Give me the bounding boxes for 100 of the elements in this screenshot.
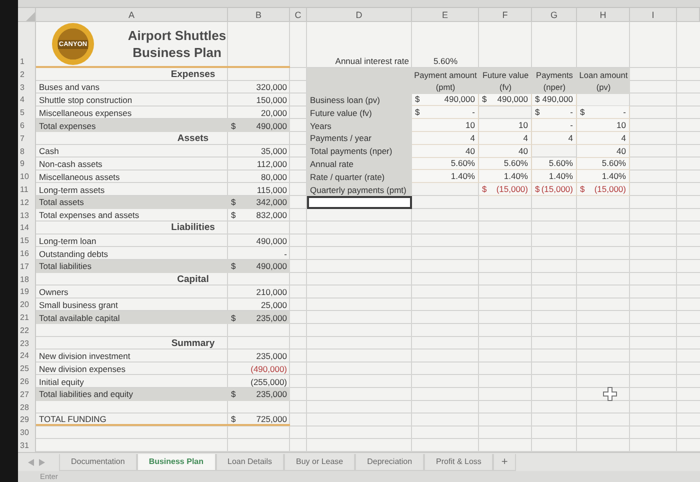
row-number[interactable]: 10 bbox=[18, 170, 36, 184]
table-cell: 5.60% bbox=[532, 158, 577, 170]
table-cell-text: Outstanding debts bbox=[38, 248, 109, 260]
table-cell: $ 490,000 bbox=[412, 94, 479, 106]
row-number[interactable]: 17 bbox=[18, 260, 36, 273]
sheet-tab[interactable]: Business Plan bbox=[136, 454, 216, 471]
table-cell-text: - bbox=[283, 248, 288, 260]
table-cell: $ 490,000 bbox=[228, 260, 290, 273]
table-cell: Future value (fv) bbox=[307, 106, 412, 120]
row-number[interactable]: 16 bbox=[18, 247, 36, 260]
table-cell-text: 35,000 bbox=[260, 145, 288, 158]
table-cell: 1.40% bbox=[479, 170, 532, 184]
section-heading: Assets bbox=[176, 132, 210, 145]
scroll-left-icon[interactable] bbox=[28, 459, 34, 466]
section-heading: Capital bbox=[176, 272, 210, 286]
row-number[interactable]: 7 bbox=[18, 132, 36, 145]
column-header[interactable]: C bbox=[290, 8, 307, 22]
table-cell: $ 490,000 bbox=[479, 94, 532, 106]
row-number[interactable]: 2 bbox=[18, 68, 36, 81]
row-number[interactable]: 4 bbox=[18, 94, 36, 106]
row-number[interactable]: 6 bbox=[18, 119, 36, 132]
table-cell: Years bbox=[307, 119, 412, 132]
column-header[interactable]: I bbox=[630, 8, 677, 22]
table-cell: TOTAL FUNDING bbox=[36, 414, 228, 426]
select-all-button[interactable] bbox=[18, 8, 36, 22]
table-cell: $ - bbox=[532, 106, 577, 120]
row-number[interactable]: 15 bbox=[18, 234, 36, 248]
add-sheet-button[interactable]: + bbox=[493, 454, 516, 471]
column-header[interactable] bbox=[677, 8, 700, 22]
table-cell-text: $ 832,000 bbox=[230, 209, 288, 222]
table-cell-text: Long-term loan bbox=[38, 234, 98, 248]
column-header[interactable]: F bbox=[479, 8, 532, 22]
table-cell-text: Owners bbox=[38, 286, 70, 298]
row-number[interactable]: 14 bbox=[18, 222, 36, 234]
row-number[interactable]: 29 bbox=[18, 414, 36, 426]
column-header[interactable]: A bbox=[36, 8, 228, 22]
sheet-tab[interactable]: Documentation bbox=[59, 454, 137, 471]
scroll-right-icon[interactable] bbox=[39, 459, 45, 466]
table-cell-text: Total expenses and assets bbox=[38, 209, 140, 222]
row-number[interactable]: 30 bbox=[18, 426, 36, 440]
section-heading: Liabilities bbox=[170, 222, 216, 234]
sheet-tab[interactable]: Profit & Loss bbox=[424, 454, 494, 471]
column-header[interactable]: E bbox=[412, 8, 479, 22]
table-cell: Annual rate bbox=[307, 158, 412, 170]
table-cell: 4 bbox=[479, 132, 532, 145]
row-number[interactable]: 20 bbox=[18, 298, 36, 312]
table-cell-text: 150,000 bbox=[255, 94, 288, 106]
table-cell-text: New division expenses bbox=[38, 362, 126, 376]
table-cell: Business loan (pv) bbox=[307, 94, 412, 106]
row-number[interactable]: 26 bbox=[18, 375, 36, 388]
row-number[interactable]: 22 bbox=[18, 324, 36, 337]
table-cell-text: 210,000 bbox=[255, 286, 288, 298]
row-number[interactable]: 19 bbox=[18, 286, 36, 298]
table-cell-text: 5.60% bbox=[432, 55, 459, 68]
row-number[interactable]: 28 bbox=[18, 400, 36, 414]
table-cell: 40 bbox=[412, 144, 479, 158]
column-header[interactable]: G bbox=[532, 8, 577, 22]
row-number[interactable]: 11 bbox=[18, 183, 36, 196]
table-cell: 5.60% bbox=[479, 158, 532, 170]
row-number[interactable]: 24 bbox=[18, 350, 36, 362]
row-number[interactable]: 8 bbox=[18, 144, 36, 158]
table-cell: Payments / year bbox=[307, 132, 412, 145]
row-number[interactable]: 13 bbox=[18, 208, 36, 222]
column-header[interactable]: B bbox=[228, 8, 290, 22]
table-cell: 5.60% bbox=[412, 158, 479, 170]
table-cell: Total expenses bbox=[36, 119, 228, 132]
column-heading: Loan amount (pv) bbox=[577, 68, 630, 94]
sheet-tab[interactable]: Depreciation bbox=[355, 454, 424, 471]
table-cell: 5.60% bbox=[577, 158, 630, 170]
table-cell: $ 490,000 bbox=[228, 119, 290, 132]
row-number[interactable]: 3 bbox=[18, 80, 36, 94]
row-number[interactable]: 9 bbox=[18, 158, 36, 170]
row-number[interactable]: 31 bbox=[18, 439, 36, 452]
table-cell-text: Long-term assets bbox=[38, 184, 106, 196]
row-number[interactable]: 27 bbox=[18, 388, 36, 401]
row-number[interactable]: 25 bbox=[18, 362, 36, 376]
table-cell-text: 20,000 bbox=[260, 106, 288, 120]
selected-cell[interactable] bbox=[307, 196, 412, 209]
row-number[interactable]: 23 bbox=[18, 336, 36, 350]
table-cell: 4 bbox=[577, 132, 630, 145]
table-cell: Total assets bbox=[36, 196, 228, 209]
table-cell-text: 25,000 bbox=[260, 298, 288, 312]
column-heading: Payment amount (pmt) bbox=[412, 68, 479, 94]
table-cell: $ 490,000 bbox=[532, 94, 577, 106]
table-cell: 1.40% bbox=[532, 170, 577, 184]
table-cell: 10 bbox=[412, 119, 479, 132]
row-number[interactable]: 5 bbox=[18, 106, 36, 120]
table-cell-text: Small business grant bbox=[38, 298, 119, 312]
table-cell-text: 490,000 bbox=[255, 234, 288, 248]
column-header[interactable]: D bbox=[307, 8, 412, 22]
table-cell: $ (15,000) bbox=[577, 183, 630, 196]
row-number[interactable]: 21 bbox=[18, 311, 36, 324]
sheet-tab[interactable]: Loan Details bbox=[216, 454, 284, 471]
table-cell: 1.40% bbox=[577, 170, 630, 184]
row-number[interactable]: 12 bbox=[18, 196, 36, 209]
table-cell: Quarterly payments (pmt) bbox=[307, 183, 412, 196]
row-number[interactable]: 1 bbox=[18, 22, 36, 68]
column-header[interactable]: H bbox=[577, 8, 630, 22]
sheet-tab[interactable]: Buy or Lease bbox=[284, 454, 356, 471]
row-number[interactable]: 18 bbox=[18, 272, 36, 286]
